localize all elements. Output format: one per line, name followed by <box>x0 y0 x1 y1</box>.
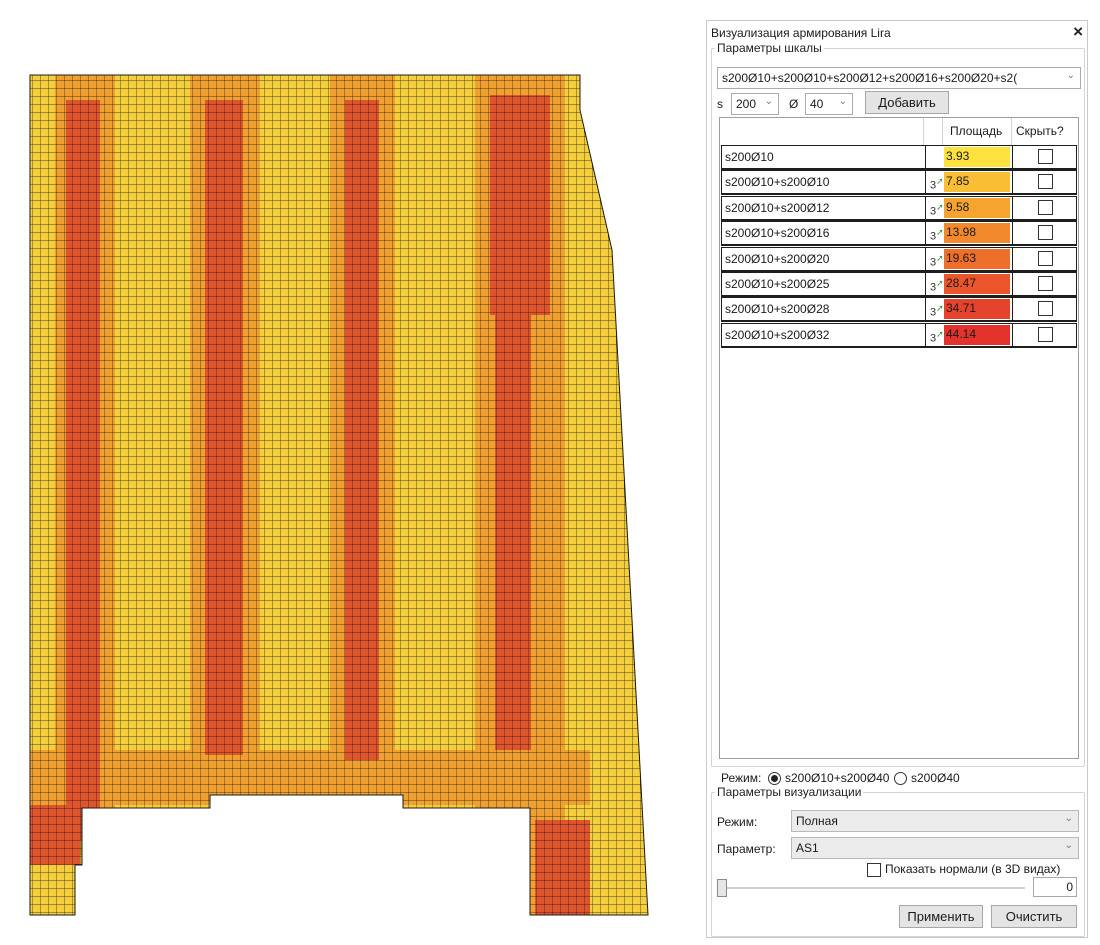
diameter-combo[interactable]: 40 ⌄ <box>805 93 853 115</box>
row-hide-checkbox[interactable] <box>1038 276 1053 291</box>
param-combo[interactable]: AS1 ⌄ <box>791 837 1079 859</box>
table-row[interactable]: s200Ø10+s200Ø16 3➚ 13.98 <box>721 221 1077 247</box>
vis-mode-combo[interactable]: Полная ⌄ <box>791 810 1079 832</box>
edit-icon[interactable]: 3➚ <box>930 253 944 269</box>
chevron-down-icon: ⌄ <box>1064 813 1073 824</box>
panel-title: Визуализация армирования Lira <box>711 26 891 40</box>
chevron-down-icon: ⌄ <box>1066 70 1075 81</box>
scale-preset-value: s200Ø10+s200Ø10+s200Ø12+s200Ø16+s200Ø20+… <box>722 71 1018 85</box>
edit-icon[interactable]: 3➚ <box>930 303 944 319</box>
edit-icon[interactable]: 3➚ <box>930 329 944 345</box>
vis-mode-label: Режим: <box>717 815 758 829</box>
row-area: 3.93 <box>946 149 970 163</box>
slider-thumb[interactable] <box>717 879 727 897</box>
row-name: s200Ø10+s200Ø28 <box>725 302 830 317</box>
table-header: Площадь Скрыть? <box>720 118 1078 146</box>
reinforcement-panel: Визуализация армирования Lira × Параметр… <box>706 20 1088 938</box>
row-name: s200Ø10 <box>725 150 774 164</box>
param-label: Параметр: <box>717 842 776 856</box>
mode-option-single-label: s200Ø40 <box>911 771 960 785</box>
edit-icon[interactable]: 3➚ <box>930 202 944 218</box>
row-name: s200Ø10+s200Ø25 <box>725 277 830 291</box>
mode-radio-combined[interactable] <box>768 772 781 785</box>
apply-button[interactable]: Применить <box>899 905 983 928</box>
row-hide-checkbox[interactable] <box>1038 199 1053 215</box>
table-row[interactable]: s200Ø10+s200Ø28 3➚ 34.71 <box>721 297 1077 323</box>
row-hide-checkbox[interactable] <box>1038 301 1053 317</box>
spacing-value: 200 <box>736 97 757 111</box>
row-area: 28.47 <box>946 276 977 290</box>
close-icon[interactable]: × <box>1073 22 1083 42</box>
clear-button[interactable]: Очистить <box>991 905 1077 928</box>
row-area: 7.85 <box>946 174 970 189</box>
header-area: Площадь <box>950 124 1003 138</box>
row-hide-checkbox[interactable] <box>1038 225 1053 241</box>
table-row[interactable]: s200Ø10+s200Ø20 3➚ 19.63 <box>721 246 1077 272</box>
scale-params-legend: Параметры шкалы <box>717 41 822 55</box>
row-name: s200Ø10+s200Ø16 <box>725 226 830 241</box>
row-hide-checkbox[interactable] <box>1038 174 1053 190</box>
spacing-label: s <box>717 97 723 111</box>
vis-mode-value: Полная <box>796 814 838 828</box>
mode-option-combined-label: s200Ø10+s200Ø40 <box>785 771 890 785</box>
slider-track <box>717 887 1025 889</box>
show-normals-checkbox[interactable] <box>867 863 881 877</box>
chevron-down-icon: ⌄ <box>838 96 847 107</box>
chevron-down-icon: ⌄ <box>764 96 773 107</box>
row-name: s200Ø10+s200Ø20 <box>725 251 830 266</box>
chevron-down-icon: ⌄ <box>1064 840 1073 851</box>
diameter-label: Ø <box>789 97 799 111</box>
scale-preset-combo[interactable]: s200Ø10+s200Ø10+s200Ø12+s200Ø16+s200Ø20+… <box>717 67 1081 89</box>
add-button[interactable]: Добавить <box>865 91 949 114</box>
mode-radio-single[interactable] <box>894 772 907 785</box>
mesh-grid <box>30 75 648 915</box>
header-hide: Скрыть? <box>1016 124 1064 138</box>
table-row[interactable]: s200Ø10+s200Ø32 3➚ 44.14 <box>721 322 1077 348</box>
scale-table: Площадь Скрыть? s200Ø10 3.93 s200Ø10+s200Ø… <box>719 117 1079 759</box>
edit-icon[interactable]: 3➚ <box>930 278 944 294</box>
row-area: 44.14 <box>946 326 977 341</box>
row-area: 34.71 <box>946 301 977 316</box>
row-hide-checkbox[interactable] <box>1038 250 1053 266</box>
mode-radio-label: Режим: <box>721 771 762 785</box>
row-area: 19.63 <box>946 250 977 265</box>
row-area: 13.98 <box>946 225 977 240</box>
row-area: 9.58 <box>946 199 970 214</box>
row-hide-checkbox[interactable] <box>1038 149 1053 164</box>
mesh-viewport[interactable] <box>0 0 700 945</box>
diameter-value: 40 <box>810 97 824 111</box>
table-row[interactable]: s200Ø10+s200Ø10 3➚ 7.85 <box>721 170 1077 196</box>
show-normals-label: Показать нормали (в 3D видах) <box>885 862 1061 876</box>
reinforcement-mesh[interactable] <box>0 0 700 945</box>
table-row[interactable]: s200Ø10+s200Ø12 3➚ 9.58 <box>721 195 1077 221</box>
spacing-combo[interactable]: 200 ⌄ <box>731 93 779 115</box>
row-name: s200Ø10+s200Ø10 <box>725 175 830 190</box>
edit-icon[interactable]: 3➚ <box>930 227 944 243</box>
slider-value-box[interactable]: 0 <box>1033 877 1077 897</box>
row-name: s200Ø10+s200Ø32 <box>725 327 830 342</box>
row-name: s200Ø10+s200Ø12 <box>725 200 830 215</box>
table-row[interactable]: s200Ø10 3.93 <box>721 145 1077 170</box>
table-row[interactable]: s200Ø10+s200Ø25 3➚ 28.47 <box>721 272 1077 297</box>
row-hide-checkbox[interactable] <box>1038 326 1053 342</box>
param-value: AS1 <box>796 841 819 855</box>
vis-params-legend: Параметры визуализации <box>717 785 862 799</box>
edit-icon[interactable]: 3➚ <box>930 176 944 192</box>
